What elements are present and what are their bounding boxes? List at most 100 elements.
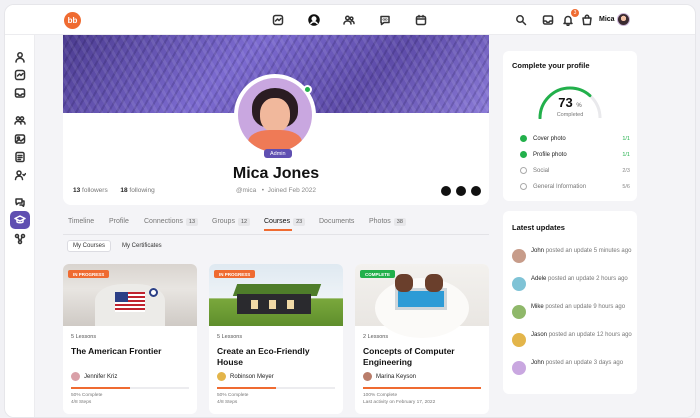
update-action: posted an update [545, 248, 593, 254]
tab-label: Courses [264, 218, 291, 225]
tab-photos[interactable]: Photos 38 [369, 218, 406, 226]
update-item[interactable]: John posted an update 3 days ago [512, 359, 632, 375]
checklist-label: General Information [533, 183, 587, 190]
tab-groups[interactable]: Groups 12 [212, 218, 251, 226]
photos-icon[interactable] [13, 132, 27, 146]
update-time: 5 minutes ago [593, 248, 632, 254]
update-avatar [512, 277, 526, 291]
tab-label: Connections [144, 218, 183, 225]
notifications-bell-icon[interactable]: 3 [561, 9, 579, 27]
tab-count: 23 [293, 218, 306, 226]
course-author: Jennifer Kriz [71, 372, 117, 381]
tab-documents[interactable]: Documents [319, 218, 354, 225]
author-name[interactable]: Marina Keyson [376, 374, 416, 380]
profile-percent: 73 % [503, 95, 637, 110]
inbox-nav-icon[interactable] [541, 13, 555, 27]
profile-nav-icon[interactable] [307, 13, 321, 27]
tab-timeline[interactable]: Timeline [68, 218, 94, 225]
tab-label: Groups [212, 218, 235, 225]
course-title[interactable]: Create an Eco-Friendly House [217, 346, 337, 368]
checklist-label: Cover photo [533, 135, 566, 142]
course-status-badge: IN PROGRESS [214, 270, 256, 278]
check-empty-icon [520, 183, 527, 190]
course-lessons: 5 Lessons [71, 334, 97, 340]
update-time: 3 days ago [593, 360, 624, 366]
role-badge: Admin [264, 149, 292, 158]
update-time: 2 hours ago [596, 276, 628, 282]
checklist-item-general-information[interactable]: General Information 5/6 [520, 183, 630, 190]
tab-label: Timeline [68, 218, 95, 225]
subtab-my-courses[interactable]: My Courses [67, 240, 112, 252]
app-window: bb 3 Mica Admin Mica Jones 13 followers … [4, 4, 696, 418]
check-empty-icon [520, 167, 527, 174]
logo-text: bb [67, 16, 78, 25]
profile-icon[interactable] [13, 50, 27, 64]
complete-profile-widget: Complete your profile 73 % Completed Cov… [503, 51, 637, 201]
youtube-icon[interactable] [471, 186, 481, 196]
activity-icon[interactable] [13, 68, 27, 82]
update-time: 12 hours ago [596, 332, 632, 338]
integrations-icon[interactable] [13, 232, 27, 246]
joined-date: Joined Feb 2022 [267, 187, 317, 194]
update-author[interactable]: John [531, 248, 544, 254]
checklist-item-profile-photo[interactable]: Profile photo 1/1 [520, 151, 630, 158]
search-icon[interactable] [514, 13, 528, 27]
update-avatar [512, 333, 526, 347]
tab-connections[interactable]: Connections 13 [144, 218, 199, 226]
activity-nav-icon[interactable] [271, 13, 285, 27]
update-avatar [512, 361, 526, 375]
checklist-item-cover-photo[interactable]: Cover photo 1/1 [520, 135, 630, 142]
update-item[interactable]: Jason posted an update 12 hours ago [512, 331, 632, 347]
groups-icon[interactable] [13, 113, 27, 127]
author-name[interactable]: Jennifer Kriz [84, 374, 117, 380]
subtab-my-certificates[interactable]: My Certificates [117, 240, 167, 252]
course-title[interactable]: Concepts of Computer Engineering [363, 346, 483, 368]
update-author[interactable]: John [531, 360, 544, 366]
messages-nav-icon[interactable] [378, 13, 392, 27]
course-meta: 50% Complete 4/8 Steps [217, 392, 248, 406]
course-card[interactable]: IN PROGRESS 5 Lessons Create an Eco-Frie… [209, 264, 343, 414]
twitter-icon[interactable] [456, 186, 466, 196]
course-lessons: 5 Lessons [217, 334, 243, 340]
checklist-item-social[interactable]: Social 2/3 [520, 167, 630, 174]
profile-handle: @mica [235, 187, 257, 194]
update-action: posted an update [548, 332, 596, 338]
connections-icon[interactable] [13, 168, 27, 182]
tab-courses[interactable]: Courses 23 [264, 218, 306, 226]
forums-icon[interactable] [13, 195, 27, 209]
percent-value: 73 [558, 95, 573, 110]
course-steps: 4/8 Steps [217, 400, 238, 405]
active-tab-indicator [264, 229, 292, 231]
tab-count: 12 [237, 218, 251, 226]
checklist-score: 1/1 [622, 135, 630, 142]
checklist-label: Social [533, 167, 550, 174]
course-card[interactable]: COMPLETE 2 Lessons Concepts of Computer … [355, 264, 489, 414]
user-avatar[interactable] [617, 13, 630, 26]
site-logo[interactable]: bb [64, 12, 81, 29]
course-card[interactable]: IN PROGRESS 5 Lessons The American Front… [63, 264, 197, 414]
update-avatar [512, 305, 526, 319]
update-action: posted an update [548, 276, 595, 282]
cart-icon[interactable] [580, 13, 594, 27]
members-nav-icon[interactable] [342, 13, 356, 27]
online-status-dot [303, 85, 312, 94]
user-name[interactable]: Mica [599, 16, 615, 23]
update-avatar [512, 249, 526, 263]
update-item[interactable]: Mike posted an update 9 hours ago [512, 303, 632, 319]
widget-title: Latest updates [512, 223, 565, 232]
tab-count: 13 [185, 218, 199, 226]
course-title[interactable]: The American Frontier [71, 346, 191, 357]
calendar-nav-icon[interactable] [414, 13, 428, 27]
update-item[interactable]: John posted an update 5 minutes ago [512, 247, 632, 263]
update-author[interactable]: Adele [531, 276, 546, 282]
courses-icon[interactable] [10, 211, 30, 229]
author-name[interactable]: Robinson Meyer [230, 374, 274, 380]
update-item[interactable]: Adele posted an update 2 hours ago [512, 275, 632, 291]
documents-icon[interactable] [13, 150, 27, 164]
profile-name: Mica Jones [232, 165, 320, 182]
tab-profile[interactable]: Profile [109, 218, 129, 225]
inbox-icon[interactable] [13, 86, 27, 100]
update-author[interactable]: Jason [531, 332, 547, 338]
update-author[interactable]: Mike [531, 304, 544, 310]
facebook-icon[interactable] [441, 186, 451, 196]
